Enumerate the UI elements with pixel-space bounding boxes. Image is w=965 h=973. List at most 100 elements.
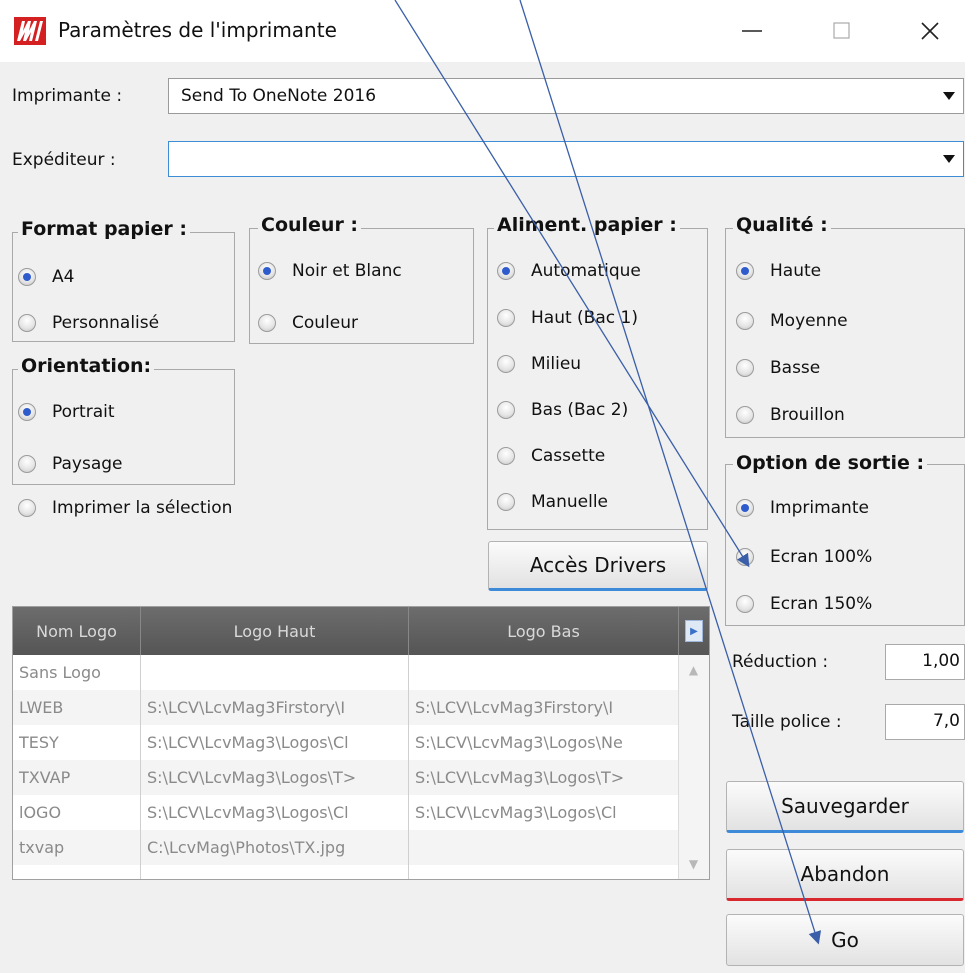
radio-ecran-100[interactable]: Ecran 100%	[736, 547, 872, 567]
radio-selected-icon	[18, 268, 36, 286]
radio-a4[interactable]: A4	[18, 267, 74, 287]
go-button[interactable]: Go	[726, 914, 964, 966]
radio-label: Personnalisé	[52, 313, 160, 333]
radio-automatique[interactable]: Automatique	[497, 261, 641, 281]
scroll-up-icon[interactable]: ▲	[679, 655, 708, 685]
reduction-field[interactable]: 1,00	[885, 644, 965, 680]
radio-portrait[interactable]: Portrait	[18, 402, 115, 422]
minimize-icon	[742, 30, 762, 32]
cell-logo-bas: S:\LCV\LcvMag3Firstory\I	[409, 690, 679, 725]
taille-police-field[interactable]: 7,0	[885, 704, 965, 740]
cell-logo-haut	[141, 655, 409, 690]
radio-icon	[497, 493, 515, 511]
radio-cassette[interactable]: Cassette	[497, 446, 605, 466]
radio-couleur[interactable]: Couleur	[258, 313, 358, 333]
column-picker-button[interactable]: ▶	[679, 607, 709, 655]
dropdown-arrow-icon	[943, 92, 955, 100]
radio-paysage[interactable]: Paysage	[18, 454, 123, 474]
radio-label: Noir et Blanc	[292, 261, 402, 281]
sauvegarder-button[interactable]: Sauvegarder	[726, 781, 964, 833]
cell-logo-bas	[409, 830, 679, 865]
radio-brouillon[interactable]: Brouillon	[736, 405, 845, 425]
radio-label: Cassette	[531, 446, 606, 466]
radio-manuelle[interactable]: Manuelle	[497, 492, 608, 512]
radio-haut-bac1[interactable]: Haut (Bac 1)	[497, 308, 638, 328]
cell-logo-bas	[409, 655, 679, 690]
acces-drivers-button[interactable]: Accès Drivers	[488, 541, 708, 591]
radio-imprimante[interactable]: Imprimante	[736, 498, 869, 518]
abandon-button[interactable]: Abandon	[726, 849, 964, 901]
table-row[interactable]: lOGO S:\LCV\LcvMag3\Logos\Cl S:\LCV\LcvM…	[13, 795, 679, 830]
radio-selected-icon	[736, 499, 754, 517]
imprimer-selection-toggle[interactable]: Imprimer la sélection	[18, 498, 232, 518]
taille-police-label: Taille police :	[732, 712, 842, 732]
table-row[interactable]: LWEB S:\LCV\LcvMag3Firstory\I S:\LCV\Lcv…	[13, 690, 679, 725]
cell-empty	[13, 865, 141, 879]
radio-label: Moyenne	[770, 311, 848, 331]
radio-icon	[18, 455, 36, 473]
table-row[interactable]: TXVAP S:\LCV\LcvMag3\Logos\T> S:\LCV\Lcv…	[13, 760, 679, 795]
radio-personnalise[interactable]: Personnalisé	[18, 313, 159, 333]
cell-empty	[141, 865, 409, 879]
radio-noir-et-blanc[interactable]: Noir et Blanc	[258, 261, 402, 281]
radio-bas-bac2[interactable]: Bas (Bac 2)	[497, 400, 628, 420]
radio-moyenne[interactable]: Moyenne	[736, 311, 848, 331]
cell-nom-logo: txvap	[13, 830, 141, 865]
radio-icon	[497, 447, 515, 465]
table-row[interactable]: TESY S:\LCV\LcvMag3\Logos\Cl S:\LCV\LcvM…	[13, 725, 679, 760]
table-row[interactable]: txvap C:\LcvMag\Photos\TX.jpg	[13, 830, 679, 865]
radio-selected-icon	[258, 262, 276, 280]
imprimer-selection-label: Imprimer la sélection	[52, 498, 233, 518]
radio-selected-icon	[497, 262, 515, 280]
expediteur-select[interactable]	[168, 141, 964, 177]
table-row-empty	[13, 865, 679, 879]
radio-icon	[736, 548, 754, 566]
format-papier-title: Format papier :	[18, 218, 190, 240]
minimize-button[interactable]	[722, 10, 782, 52]
window-title: Paramètres de l'imprimante	[58, 18, 337, 42]
dropdown-arrow-icon	[943, 155, 955, 163]
app-logo-icon	[14, 17, 46, 45]
imprimante-select[interactable]: Send To OneNote 2016	[168, 78, 964, 114]
maximize-icon	[833, 22, 850, 39]
cell-logo-bas: S:\LCV\LcvMag3\Logos\Ne	[409, 725, 679, 760]
radio-label: Ecran 100%	[770, 547, 873, 567]
radio-icon	[497, 401, 515, 419]
column-header-logo-bas[interactable]: Logo Bas	[409, 607, 679, 655]
radio-label: A4	[52, 267, 75, 287]
radio-basse[interactable]: Basse	[736, 358, 820, 378]
reduction-label: Réduction :	[732, 652, 829, 672]
option-sortie-title: Option de sortie :	[733, 452, 928, 474]
column-header-nom-logo[interactable]: Nom Logo	[13, 607, 141, 655]
cell-logo-bas: S:\LCV\LcvMag3\Logos\Cl	[409, 795, 679, 830]
radio-label: Basse	[770, 358, 821, 378]
close-button[interactable]	[900, 10, 960, 52]
radio-haute[interactable]: Haute	[736, 261, 821, 281]
expediteur-label: Expéditeur :	[12, 150, 116, 170]
qualite-title: Qualité :	[733, 214, 831, 236]
radio-label: Portrait	[52, 402, 115, 422]
radio-ecran-150[interactable]: Ecran 150%	[736, 594, 872, 614]
radio-icon	[497, 355, 515, 373]
radio-icon	[736, 595, 754, 613]
cell-logo-bas: S:\LCV\LcvMag3\Logos\T>	[409, 760, 679, 795]
radio-label: Imprimante	[770, 498, 869, 518]
cell-logo-haut: S:\LCV\LcvMag3\Logos\Cl	[141, 795, 409, 830]
radio-selected-icon	[18, 403, 36, 421]
radio-milieu[interactable]: Milieu	[497, 354, 581, 374]
column-picker-icon: ▶	[685, 620, 703, 642]
logo-table: Nom Logo Logo Haut Logo Bas ▶ Sans Logo …	[12, 606, 710, 880]
cell-empty	[409, 865, 679, 879]
scroll-down-icon[interactable]: ▼	[679, 849, 708, 879]
column-header-logo-haut[interactable]: Logo Haut	[141, 607, 409, 655]
maximize-button[interactable]	[812, 10, 872, 52]
table-scrollbar[interactable]: ▲ ▼	[678, 655, 709, 879]
cell-nom-logo: Sans Logo	[13, 655, 141, 690]
radio-icon	[258, 314, 276, 332]
close-icon	[921, 22, 939, 40]
radio-label: Manuelle	[531, 492, 608, 512]
cell-nom-logo: lOGO	[13, 795, 141, 830]
table-row[interactable]: Sans Logo	[13, 655, 679, 690]
orientation-title: Orientation:	[18, 355, 155, 377]
cell-nom-logo: LWEB	[13, 690, 141, 725]
